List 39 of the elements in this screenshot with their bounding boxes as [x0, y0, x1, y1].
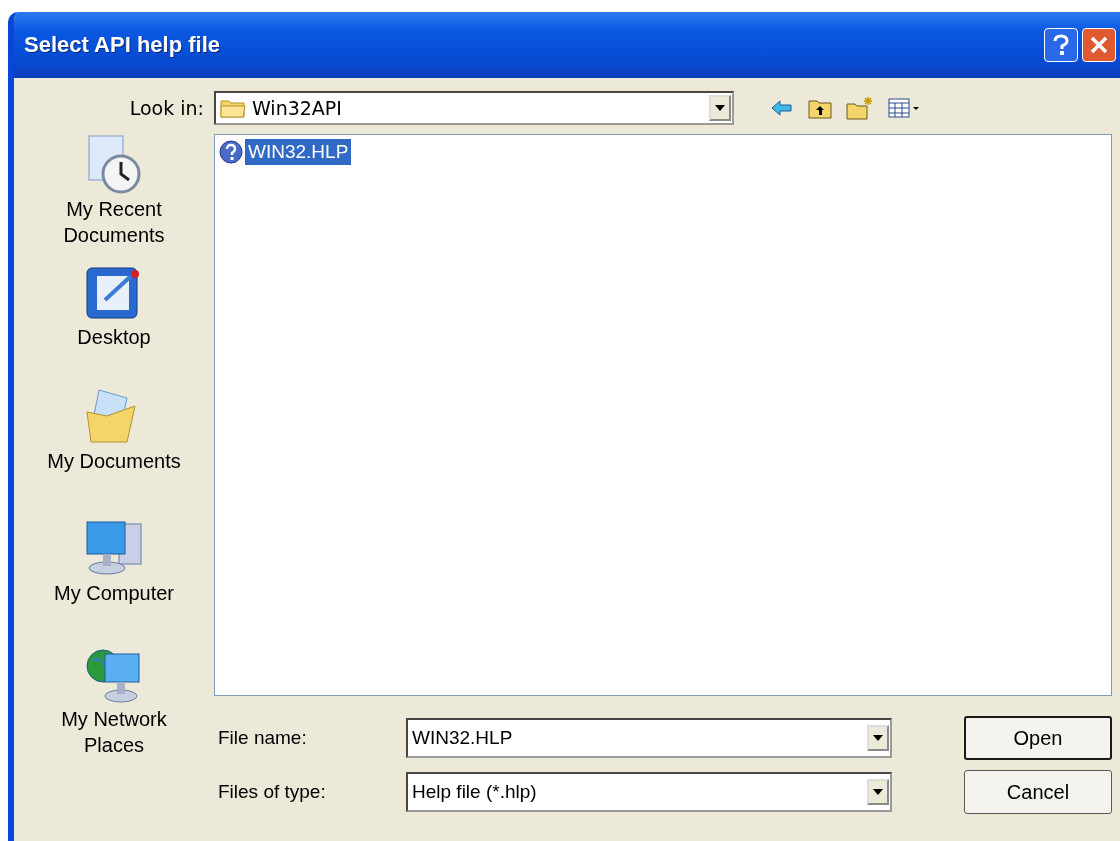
window-title: Select API help file	[24, 32, 221, 58]
place-label: Desktop	[77, 325, 151, 350]
places-item[interactable]: My Documents	[29, 386, 199, 518]
look-in-value: Win32API	[252, 97, 343, 119]
places-item[interactable]: My Recent Documents	[29, 134, 199, 262]
file-item[interactable]: WIN32.HLP	[219, 139, 352, 165]
open-button[interactable]: Open	[964, 716, 1112, 760]
caret-icon	[873, 789, 883, 795]
file-type-dropdown[interactable]: Help file (*.hlp)	[406, 772, 892, 812]
places-item[interactable]: My Network Places	[29, 644, 199, 774]
dropdown-arrow-button[interactable]	[867, 725, 889, 751]
file-type-value: Help file (*.hlp)	[412, 781, 538, 803]
file-name-label: File name:	[217, 727, 308, 749]
help-file-icon	[219, 140, 243, 164]
places-item[interactable]: Desktop	[29, 262, 199, 386]
dropdown-arrow-button[interactable]	[867, 779, 889, 805]
place-label: My Computer	[54, 581, 174, 606]
up-folder-icon[interactable]	[808, 97, 832, 119]
caret-icon	[873, 735, 883, 741]
dropdown-arrow-button[interactable]	[709, 95, 731, 121]
place-label: My Network Places	[60, 707, 168, 758]
close-icon	[1090, 36, 1108, 54]
look-in-dropdown[interactable]: Win32API	[214, 91, 734, 125]
caret-icon	[715, 105, 725, 111]
close-button[interactable]	[1082, 28, 1116, 62]
file-name-value: WIN32.HLP	[412, 727, 514, 749]
folder-icon	[220, 98, 246, 118]
help-icon	[1052, 34, 1070, 56]
place-label: My Documents	[47, 449, 181, 474]
look-in-label: Look in:	[128, 97, 205, 119]
view-menu-icon[interactable]	[888, 97, 920, 119]
file-name-field[interactable]: WIN32.HLP	[406, 718, 892, 758]
file-type-label: Files of type:	[217, 781, 327, 803]
help-button[interactable]	[1044, 28, 1078, 62]
file-name: WIN32.HLP	[245, 139, 352, 165]
back-arrow-icon[interactable]	[770, 98, 794, 118]
cancel-button[interactable]: Cancel	[964, 770, 1112, 814]
place-label: My Recent Documents	[62, 197, 166, 248]
places-item[interactable]: My Computer	[29, 518, 199, 644]
